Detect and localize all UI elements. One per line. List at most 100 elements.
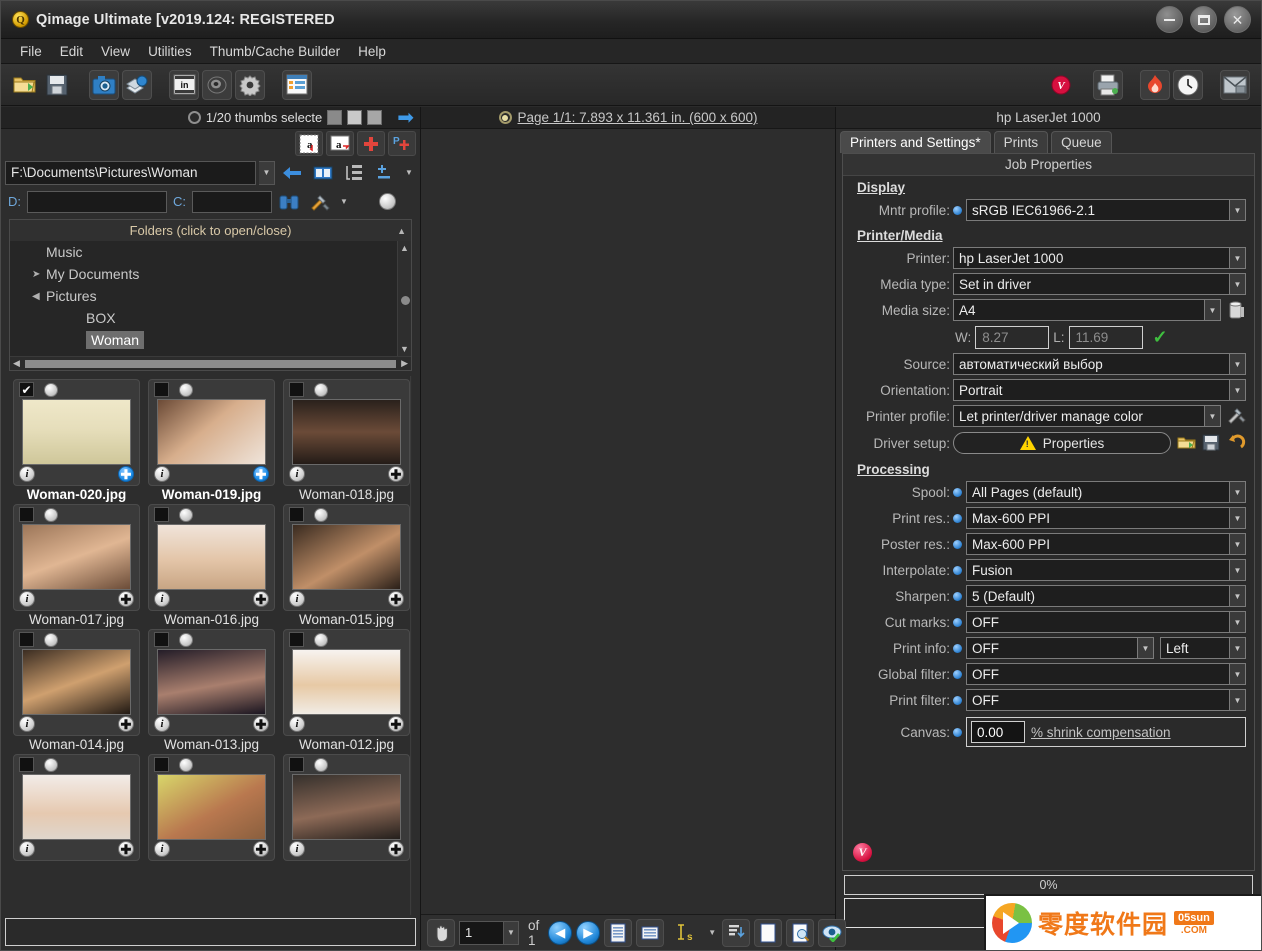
thumbnail-checkbox[interactable]: [289, 382, 304, 397]
list-indent-icon[interactable]: [340, 160, 368, 185]
select-none-button[interactable]: [327, 110, 343, 125]
thumbnail-image[interactable]: [157, 649, 266, 715]
canvas-shrink-input[interactable]: 0.00: [971, 721, 1025, 743]
menu-edit[interactable]: Edit: [51, 42, 92, 61]
field-print-filter-dropdown-icon[interactable]: ▼: [1230, 689, 1246, 711]
field-poster-res-dropdown-icon[interactable]: ▼: [1230, 533, 1246, 555]
next-page-icon[interactable]: ▶: [576, 920, 601, 945]
add-to-list-icon[interactable]: [371, 160, 399, 185]
hand-pan-icon[interactable]: [427, 918, 455, 947]
thumbnail-checkbox[interactable]: [289, 507, 304, 522]
clock-icon[interactable]: [1173, 69, 1203, 100]
field-print-info-dropdown-icon[interactable]: ▼: [1138, 637, 1154, 659]
field-mntr-profile-value[interactable]: sRGB IEC61966-2.1: [966, 199, 1230, 221]
driver-properties-button[interactable]: Properties: [953, 432, 1171, 454]
thumbnail-image[interactable]: [292, 399, 401, 465]
undo-icon[interactable]: [1227, 434, 1246, 453]
binoculars-icon[interactable]: [275, 189, 303, 214]
thumbnail-scrollbar[interactable]: ▲ ▼: [410, 376, 412, 915]
thumbnail-cell[interactable]: i ✚: [148, 754, 275, 861]
thumbnail-cell[interactable]: ✔ i ✚ Woman-020.jpg: [13, 379, 140, 502]
circle-knob-icon[interactable]: [379, 193, 396, 210]
tree-hscroll-right-icon[interactable]: ▶: [398, 358, 411, 369]
thumbnail-box[interactable]: i ✚: [283, 629, 410, 736]
drive-d-input[interactable]: [27, 190, 167, 213]
thumbnail-radio-button[interactable]: [179, 507, 193, 522]
thumbnail-radio-button[interactable]: [44, 757, 58, 772]
selection-radio[interactable]: [187, 111, 201, 124]
print-res-dot-icon[interactable]: [953, 513, 962, 523]
book-icon[interactable]: [309, 160, 337, 185]
thumbnail-checkbox[interactable]: [289, 757, 304, 772]
page-stack-icon[interactable]: [636, 918, 665, 947]
field-source-dropdown-icon[interactable]: ▼: [1230, 353, 1246, 375]
new-page-icon[interactable]: [754, 918, 783, 947]
tree-hscroll-left-icon[interactable]: ◀: [10, 358, 23, 369]
menu-thumb-cache-builder[interactable]: Thumb/Cache Builder: [201, 42, 350, 61]
spool-dot-icon[interactable]: [953, 487, 962, 497]
field-global-filter-dropdown-icon[interactable]: ▼: [1230, 663, 1246, 685]
list-view-icon[interactable]: [282, 69, 312, 100]
thumbnail-image[interactable]: [157, 399, 266, 465]
page-number-input[interactable]: 1: [459, 920, 504, 945]
chevron-down-icon[interactable]: ▼: [706, 919, 718, 947]
filmstrip-in-icon[interactable]: in: [169, 69, 199, 100]
tree-item-box[interactable]: BOX: [10, 307, 411, 329]
field-interpolate-dropdown-icon[interactable]: ▼: [1230, 559, 1246, 581]
sort-down-icon[interactable]: [722, 918, 751, 947]
select-invert-button[interactable]: [367, 110, 383, 125]
field-spool-dropdown-icon[interactable]: ▼: [1230, 481, 1246, 503]
page-number-combo[interactable]: 1 ▼: [459, 920, 519, 945]
field-poster-res-value[interactable]: Max-600 PPI: [966, 533, 1230, 555]
media-length-input[interactable]: 11.69: [1068, 325, 1143, 349]
field-orientation-value[interactable]: Portrait: [953, 379, 1230, 401]
text-s-icon[interactable]: s: [668, 919, 702, 947]
thumbnail-checkbox[interactable]: [154, 382, 169, 397]
thumbnail-info-icon[interactable]: i: [19, 591, 35, 607]
sharpen-dot-icon[interactable]: [953, 591, 962, 601]
thumbnail-info-icon[interactable]: i: [289, 716, 305, 732]
tab-prints[interactable]: Prints: [993, 131, 1049, 153]
thumbnail-radio-button[interactable]: [179, 757, 193, 772]
page-preview-area[interactable]: 12345678 1234567891011: [421, 129, 835, 914]
thumbnail-info-icon[interactable]: i: [154, 716, 170, 732]
thumbnail-radio-button[interactable]: [44, 632, 58, 647]
print-info-dot-icon[interactable]: [953, 643, 962, 653]
tree-vertical-scrollbar[interactable]: ▲ ▼: [397, 241, 411, 356]
lens-icon[interactable]: [202, 69, 232, 100]
field-interpolate-value[interactable]: Fusion: [966, 559, 1230, 581]
thumbnail-image[interactable]: [22, 524, 131, 590]
open-folder-icon[interactable]: [9, 70, 39, 100]
thumbnail-box[interactable]: i ✚: [283, 379, 410, 486]
tab-queue[interactable]: Queue: [1051, 131, 1112, 153]
field-print-info-position-value[interactable]: Left: [1160, 637, 1230, 659]
thumbnail-info-icon[interactable]: i: [19, 466, 35, 482]
field-spool-value[interactable]: All Pages (default): [966, 481, 1230, 503]
thumbnail-image[interactable]: [157, 524, 266, 590]
mail-icon[interactable]: [1220, 69, 1250, 100]
thumbnail-checkbox[interactable]: [154, 757, 169, 772]
field-printer-dropdown-icon[interactable]: ▼: [1230, 247, 1246, 269]
tree-expand-icon[interactable]: ➤: [32, 269, 46, 280]
field-printer-profile-value[interactable]: Let printer/driver manage color: [953, 405, 1205, 427]
save-profile-icon[interactable]: [1202, 434, 1221, 453]
thumbnail-add-icon[interactable]: ✚: [118, 716, 134, 732]
field-source-value[interactable]: автоматический выбор: [953, 353, 1230, 375]
thumbnail-image[interactable]: [292, 524, 401, 590]
maximize-icon[interactable]: [1190, 6, 1217, 33]
field-print-res-dropdown-icon[interactable]: ▼: [1230, 507, 1246, 529]
thumbnail-checkbox[interactable]: [154, 632, 169, 647]
thumbnail-add-icon[interactable]: ✚: [253, 466, 269, 482]
tools-icon[interactable]: [306, 189, 334, 214]
thumbnail-info-icon[interactable]: i: [19, 841, 35, 857]
thumbnail-cell[interactable]: i ✚ Woman-017.jpg: [13, 504, 140, 627]
thumbnail-box[interactable]: i ✚: [148, 504, 275, 611]
thumbnail-box[interactable]: i ✚: [148, 629, 275, 736]
back-arrow-icon[interactable]: [278, 160, 306, 185]
field-media-type-value[interactable]: Set in driver: [953, 273, 1230, 295]
prev-page-icon[interactable]: ◀: [548, 920, 573, 945]
global-filter-dot-icon[interactable]: [953, 669, 962, 679]
tools-chevron-down-icon[interactable]: ▼: [337, 189, 351, 214]
thumbnail-box[interactable]: i ✚: [13, 754, 140, 861]
version-badge-icon[interactable]: V: [853, 843, 872, 862]
